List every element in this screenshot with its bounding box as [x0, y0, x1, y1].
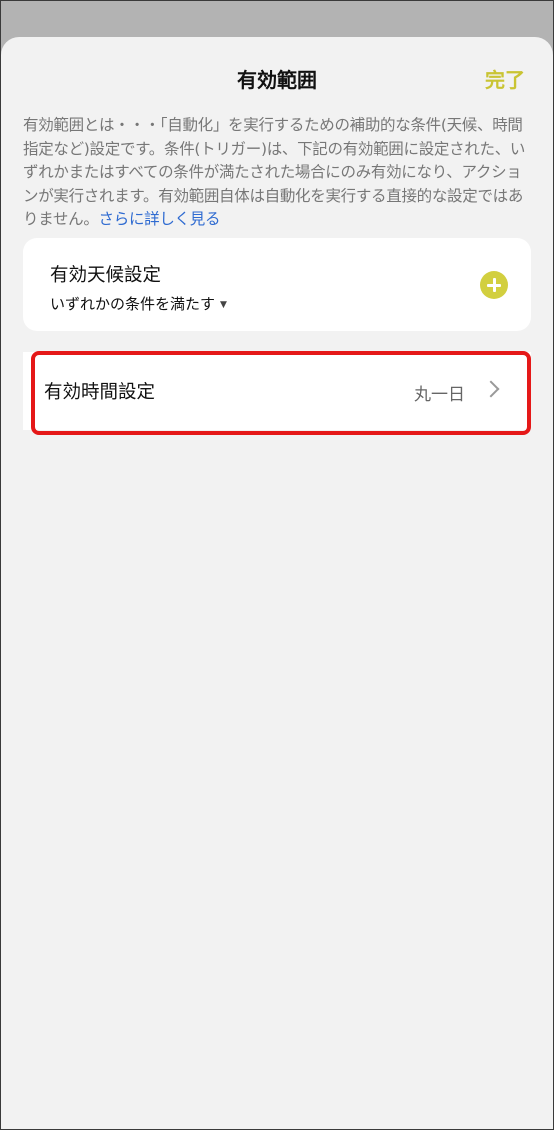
- time-settings-value: 丸一日: [414, 385, 465, 405]
- add-weather-button[interactable]: [480, 271, 508, 299]
- condition-dropdown[interactable]: いずれかの条件を満たす ▼: [50, 293, 227, 314]
- page-title: 有効範囲: [237, 68, 317, 92]
- time-settings-label: 有効時間設定: [44, 382, 156, 403]
- description-text: 有効範囲とは・・・「自動化」を実行するための補助的な条件(天候、時間指定など)設…: [23, 114, 533, 232]
- learn-more-link[interactable]: さらに詳しく見る: [99, 210, 221, 228]
- weather-settings-title: 有効天候設定: [50, 265, 162, 286]
- done-button[interactable]: 完了: [485, 64, 525, 93]
- condition-dropdown-label: いずれかの条件を満たす: [50, 295, 216, 313]
- chevron-down-icon: ▼: [220, 299, 227, 310]
- weather-settings-card: 有効天候設定 いずれかの条件を満たす ▼: [23, 238, 531, 331]
